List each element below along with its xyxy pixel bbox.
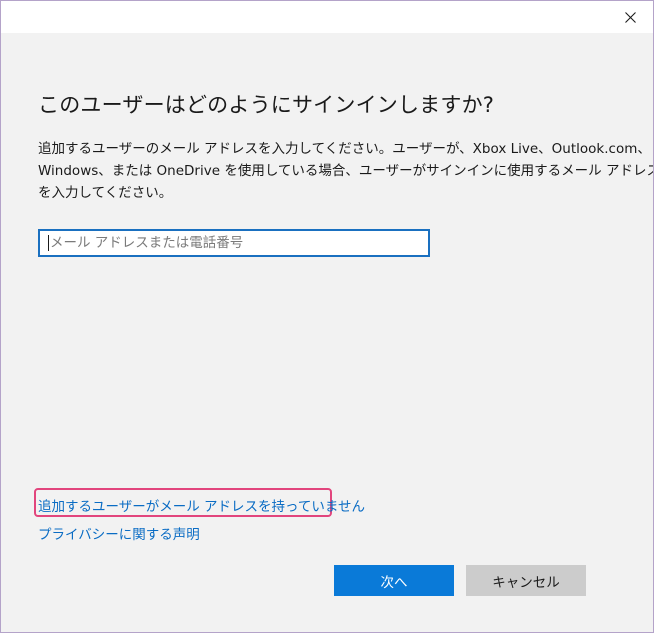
description-text: 追加するユーザーのメール アドレスを入力してください。ユーザーが、Xbox Li… [38, 138, 654, 204]
next-button[interactable]: 次へ [334, 565, 454, 596]
description-line: を入力してください。 [38, 185, 173, 201]
privacy-statement-link[interactable]: プライバシーに関する声明 [38, 523, 200, 543]
dialog-heading: このユーザーはどのようにサインインしますか? [38, 93, 495, 117]
no-email-address-link[interactable]: 追加するユーザーがメール アドレスを持っていません [38, 495, 365, 515]
cancel-button[interactable]: キャンセル [466, 565, 586, 596]
description-line: Windows、または OneDrive を使用している場合、ユーザーがサインイ… [38, 163, 654, 179]
description-line: 追加するユーザーのメール アドレスを入力してください。ユーザーが、Xbox Li… [38, 141, 651, 157]
dialog-window: このユーザーはどのようにサインインしますか? 追加するユーザーのメール アドレス… [0, 0, 654, 633]
text-caret [48, 235, 49, 251]
email-or-phone-input[interactable] [38, 229, 430, 257]
close-button[interactable] [607, 1, 653, 33]
title-bar [1, 1, 653, 33]
close-icon [624, 11, 636, 23]
